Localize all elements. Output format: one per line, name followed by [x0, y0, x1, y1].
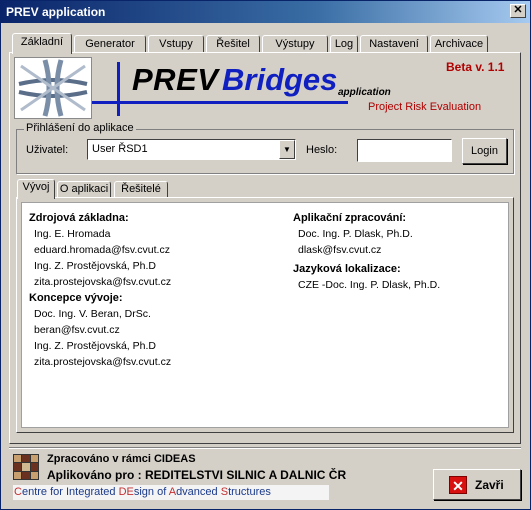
tab-vstupy[interactable]: Vstupy	[148, 35, 204, 53]
credit-line: Ing. Z. Prostějovská, Ph.D	[34, 340, 156, 352]
credit-line: eduard.hromada@fsv.cvut.cz	[34, 244, 170, 256]
user-label: Uživatel:	[26, 144, 69, 156]
credit-line: dlask@fsv.cvut.cz	[298, 244, 382, 256]
credit-line: beran@fsv.cvut.cz	[34, 324, 120, 336]
section-heading: Aplikační zpracování:	[293, 212, 407, 224]
tab-resitele[interactable]: Řešitelé	[114, 181, 168, 198]
cideas-name-part: sign of	[133, 486, 169, 498]
tab-resitel[interactable]: Řešitel	[206, 35, 260, 53]
accent-line-horizontal	[92, 101, 348, 104]
section-heading: Koncepce vývoje:	[29, 292, 123, 304]
cideas-name-part: entre for Integrated	[21, 486, 119, 498]
tab-nastaveni[interactable]: Nastavení	[360, 35, 428, 53]
close-button[interactable]: ✕ Zavři	[433, 469, 521, 500]
credit-line: zita.prostejovska@fsv.cvut.cz	[34, 356, 172, 368]
bridge-logo	[14, 57, 92, 119]
close-button-label: Zavři	[475, 478, 504, 492]
tab-vyvoj[interactable]: Vývoj	[17, 179, 55, 199]
tab-o-aplikaci[interactable]: O aplikaci	[57, 181, 111, 198]
cideas-name-part: tructures	[228, 486, 271, 498]
cideas-name-part: S	[220, 486, 229, 498]
section-heading: Zdrojová základna:	[29, 212, 129, 224]
tab-archivace[interactable]: Archivace	[430, 35, 488, 53]
credits-left-column: Zdrojová základna: Ing. E. Hromada eduar…	[29, 210, 171, 370]
password-label: Heslo:	[306, 144, 338, 156]
chevron-down-icon[interactable]: ▼	[279, 140, 295, 159]
user-select[interactable]: User ŘSD1 ▼	[87, 139, 296, 160]
footer-divider	[9, 447, 521, 449]
app-title-bridges: Bridges	[222, 62, 338, 97]
password-field[interactable]	[357, 139, 452, 162]
user-select-value: User ŘSD1	[92, 143, 148, 155]
credit-line: CZE -Doc. Ing. P. Dlask, Ph.D.	[298, 279, 441, 291]
app-title-prev: PREV	[132, 62, 219, 97]
app-subtitle: Project Risk Evaluation	[368, 101, 482, 113]
cideas-name-part: DE	[118, 486, 134, 498]
credit-line: Doc. Ing. V. Beran, DrSc.	[34, 308, 151, 320]
credit-line: Ing. Z. Prostějovská, Ph.D	[34, 260, 156, 272]
credit-line: zita.prostejovska@fsv.cvut.cz	[34, 276, 172, 288]
window-close-icon[interactable]: ✕	[510, 4, 526, 18]
title-bar[interactable]: PREV application ✕	[1, 1, 530, 23]
accent-line-vertical	[117, 62, 120, 116]
cideas-name-part: C	[14, 486, 22, 498]
credit-line: Ing. E. Hromada	[34, 228, 111, 240]
tab-log[interactable]: Log	[330, 35, 358, 53]
credit-line: Doc. Ing. P. Dlask, Ph.D.	[298, 228, 413, 240]
login-legend: Přihlášení do aplikace	[24, 122, 136, 134]
cideas-name-part: dvanced	[176, 486, 221, 498]
version-label: Beta v. 1.1	[446, 60, 505, 74]
tab-generator[interactable]: Generator	[74, 35, 146, 53]
tab-vystupy[interactable]: Výstupy	[262, 35, 328, 53]
close-icon: ✕	[449, 476, 467, 494]
cideas-full-name: Centre for Integrated DEsign of Advanced…	[13, 485, 329, 500]
app-title-suffix: application	[338, 87, 391, 98]
cideas-name-part: A	[168, 486, 177, 498]
window-title: PREV application	[6, 5, 106, 19]
tab-zakladni[interactable]: Základní	[12, 33, 72, 54]
footer-applied-text: Aplikováno pro : REDITELSTVI SILNIC A DA…	[47, 468, 347, 482]
login-button[interactable]: Login	[462, 138, 507, 164]
credits-right-column: Aplikační zpracování: Doc. Ing. P. Dlask…	[293, 210, 440, 293]
cideas-logo-icon	[13, 454, 39, 480]
footer-cideas-text: Zpracováno v rámci CIDEAS	[47, 453, 196, 465]
section-heading: Jazyková lokalizace:	[293, 263, 401, 275]
